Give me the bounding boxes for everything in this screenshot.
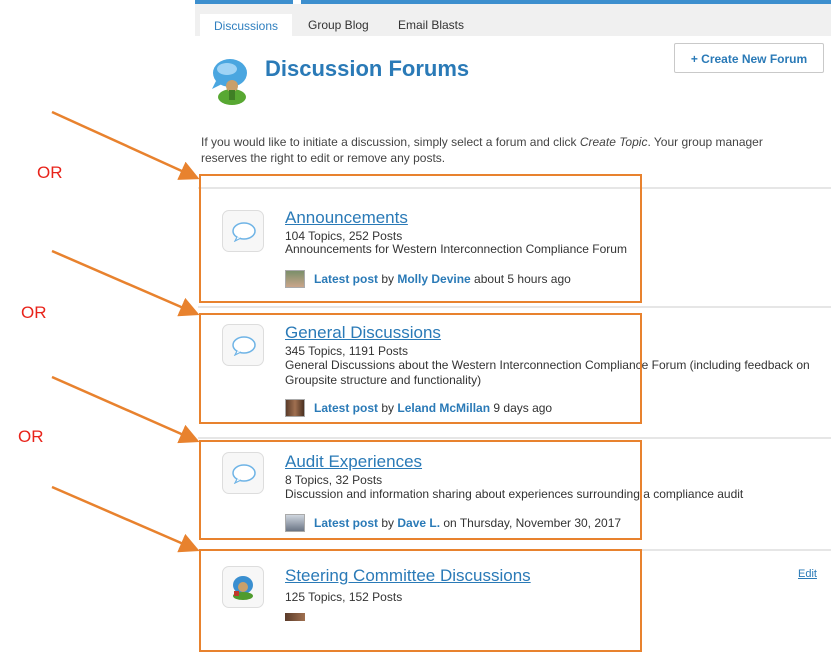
- or-label: OR: [37, 163, 63, 182]
- arrow-2: [51, 249, 200, 317]
- annotation-arrows: [51, 110, 200, 553]
- arrow-3: [51, 375, 200, 444]
- or-label: OR: [21, 303, 47, 322]
- arrow-4: [51, 485, 200, 553]
- or-label: OR: [18, 427, 44, 446]
- arrow-1: [51, 110, 200, 180]
